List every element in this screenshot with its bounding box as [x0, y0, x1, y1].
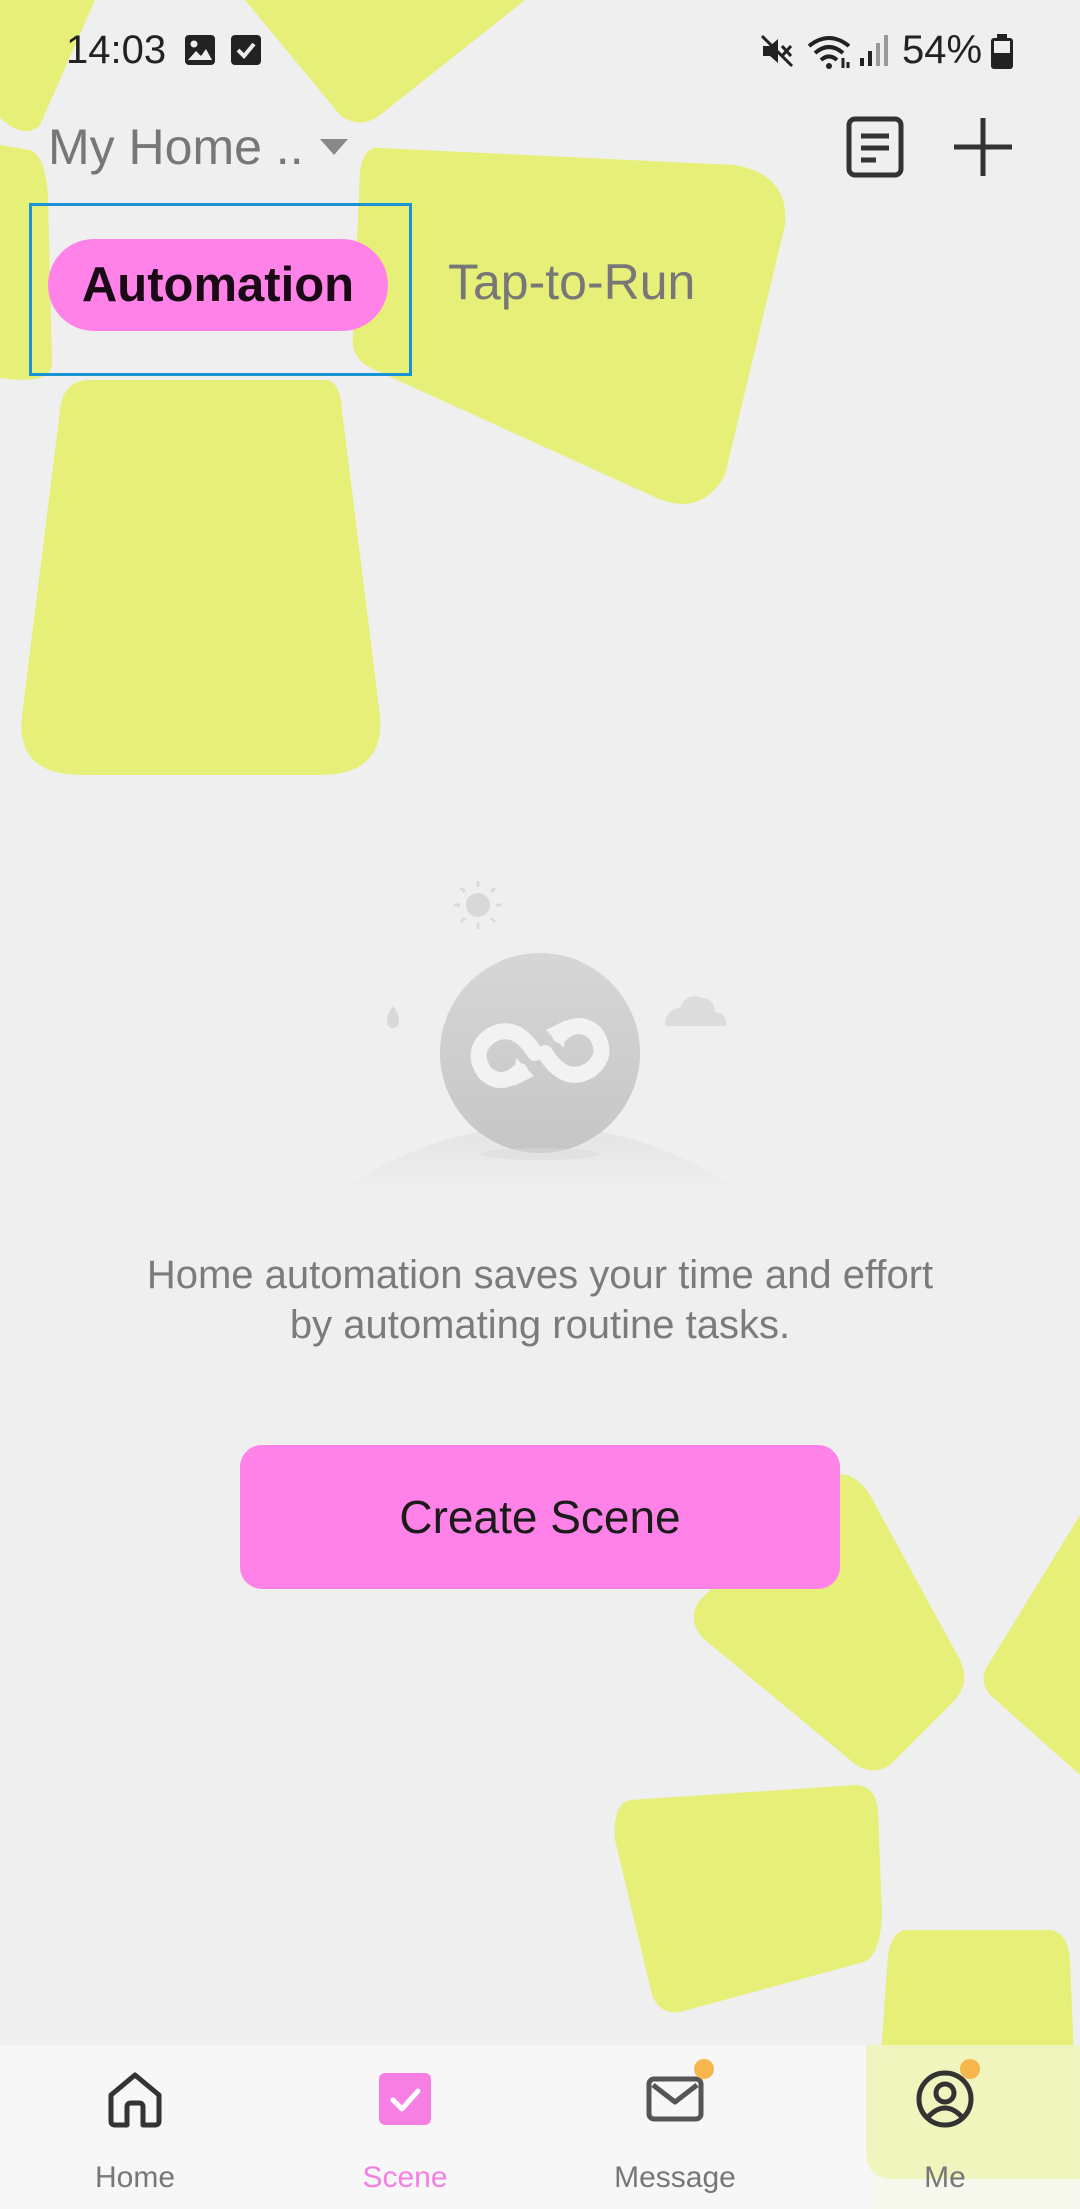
nav-item-home[interactable]: Home [0, 2045, 270, 2209]
status-bar: 14:03 54% [0, 0, 1080, 104]
add-button[interactable] [946, 110, 1020, 184]
nav-label-scene: Scene [362, 2161, 448, 2194]
bottom-navigation: Home Scene Message Me [0, 2045, 1080, 2209]
nav-item-scene[interactable]: Scene [270, 2045, 540, 2209]
log-icon [846, 116, 904, 178]
log-button[interactable] [838, 110, 912, 184]
mute-icon [760, 34, 794, 68]
home-title: My Home .. [48, 119, 304, 175]
status-time: 14:03 [66, 28, 167, 72]
dropdown-arrow-icon [319, 139, 348, 155]
nav-item-message[interactable]: Message [540, 2045, 810, 2209]
tab-automation[interactable]: Automation [48, 239, 388, 331]
empty-state-line-1: Home automation saves your time and effo… [146, 1253, 934, 1297]
image-icon [185, 35, 215, 65]
home-icon [108, 2072, 162, 2128]
automation-empty-illustration [330, 881, 750, 1196]
empty-state-description: Home automation saves your time and effo… [60, 1250, 1020, 1350]
raindrop-icon [387, 1006, 399, 1028]
nav-item-me[interactable]: Me [810, 2045, 1080, 2209]
scene-check-icon [379, 2073, 431, 2125]
sun-icon [454, 881, 502, 929]
me-badge [960, 2059, 980, 2079]
create-scene-button[interactable]: Create Scene [240, 1445, 840, 1589]
tab-tap-to-run[interactable]: Tap-to-Run [448, 253, 695, 311]
nav-label-message: Message [614, 2161, 736, 2194]
plus-icon [954, 118, 1012, 176]
mail-icon [646, 2076, 704, 2122]
empty-state-line-2: by automating routine tasks. [289, 1303, 791, 1347]
cloud-icon [665, 996, 727, 1026]
battery-percentage: 54% [902, 28, 983, 72]
nav-label-home: Home [94, 2161, 176, 2194]
wifi-icon [807, 36, 851, 69]
battery-icon [991, 34, 1013, 69]
home-selector[interactable]: My Home .. [48, 112, 350, 182]
nav-label-me: Me [924, 2161, 966, 2194]
check-box-icon [231, 35, 261, 65]
message-badge [694, 2059, 714, 2079]
signal-icon [860, 35, 888, 66]
